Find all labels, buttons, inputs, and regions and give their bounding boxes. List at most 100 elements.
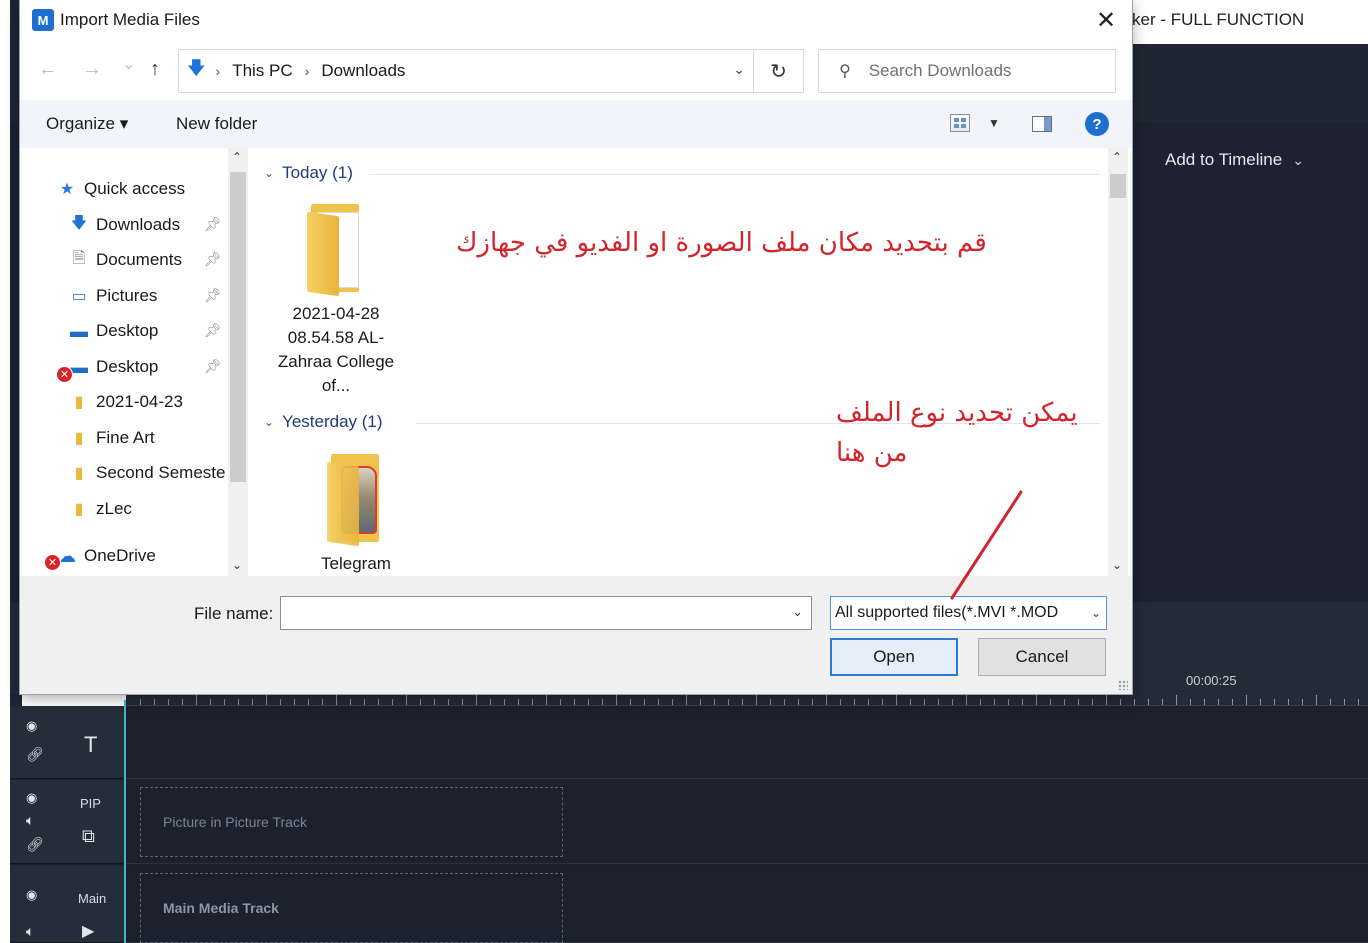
- view-options-dropdown-icon[interactable]: ▼: [988, 116, 1000, 130]
- ruler-tick: [378, 699, 379, 705]
- playhead[interactable]: [124, 700, 126, 943]
- link-icon[interactable]: 🔗︎: [26, 836, 44, 853]
- error-badge-icon: ✕: [44, 554, 61, 571]
- ruler-tick: [154, 699, 155, 705]
- app-logo-icon: M: [32, 9, 54, 31]
- main-track-header: ◉ 🔈︎ Main ▶: [10, 865, 125, 943]
- cancel-button[interactable]: Cancel: [978, 638, 1106, 676]
- group-header-today[interactable]: ⌄ Today (1): [264, 161, 353, 185]
- sidebar-item-quick-access[interactable]: ★ Quick access: [56, 174, 185, 204]
- ruler-tick: [826, 695, 827, 705]
- chevron-down-icon[interactable]: ⌄: [232, 558, 242, 572]
- sidebar-item-zlec[interactable]: ▮ zLec: [68, 494, 132, 524]
- pip-track-dropzone[interactable]: Picture in Picture Track: [140, 787, 563, 857]
- video-icon: ▶: [82, 923, 95, 940]
- folder-icon: ▮: [74, 394, 84, 411]
- pin-icon[interactable]: 📌︎: [204, 216, 222, 233]
- ruler-tick: [1064, 699, 1065, 705]
- resize-grip[interactable]: [1118, 680, 1128, 690]
- text-track-header: ◉ 🔗︎ T: [10, 706, 125, 779]
- address-bar[interactable]: 🡇 › This PC › Downloads ⌄: [178, 49, 754, 93]
- ruler-tick: [910, 699, 911, 705]
- up-arrow-icon[interactable]: ↑: [150, 58, 160, 81]
- file-list-scrollbar[interactable]: ⌃ ⌄: [1108, 148, 1128, 576]
- refresh-button[interactable]: ↻: [754, 49, 804, 93]
- recent-locations-icon[interactable]: ⌄: [122, 54, 135, 74]
- preview-pane-icon[interactable]: [1032, 116, 1052, 132]
- dialog-title: Import Media Files: [60, 10, 200, 29]
- speaker-icon[interactable]: 🔈︎: [26, 812, 34, 829]
- chevron-down-icon[interactable]: ⌄: [1112, 558, 1122, 572]
- ruler-tick: [1344, 699, 1345, 705]
- add-to-timeline-button[interactable]: Add to Timeline ⌄: [1165, 150, 1304, 170]
- change-view-icon[interactable]: [950, 114, 970, 132]
- search-input[interactable]: ⚲ Search Downloads: [818, 49, 1116, 93]
- eye-icon[interactable]: ◉: [26, 887, 37, 903]
- ruler-tick: [518, 699, 519, 705]
- ruler-tick: [602, 699, 603, 705]
- sidebar-item-desktop[interactable]: ▬ Desktop 📌︎: [68, 316, 228, 346]
- ruler-tick: [252, 699, 253, 705]
- eye-icon[interactable]: ◉: [26, 790, 37, 806]
- speaker-icon[interactable]: 🔈︎: [26, 923, 34, 940]
- ruler-tick: [728, 699, 729, 705]
- group-header-yesterday[interactable]: ⌄ Yesterday (1): [264, 410, 383, 434]
- pin-icon[interactable]: 📌︎: [204, 251, 222, 268]
- ruler-tick: [1190, 699, 1191, 705]
- annotation-filetype-note-line2: من هنا: [836, 438, 908, 468]
- ruler-tick: [966, 695, 967, 705]
- sidebar-item-pictures[interactable]: ▭ Pictures 📌︎: [68, 281, 228, 311]
- eye-icon[interactable]: ◉: [26, 718, 37, 734]
- scrollbar-thumb[interactable]: [1110, 174, 1126, 198]
- close-button[interactable]: ✕: [1088, 4, 1124, 36]
- sidebar-item-desktop-unavailable[interactable]: ▬ Desktop 📌︎: [68, 352, 228, 382]
- chevron-up-icon[interactable]: ⌃: [232, 150, 242, 164]
- dialog-titlebar[interactable]: M Import Media Files ✕: [20, 0, 1132, 40]
- file-item[interactable]: 2021-04-28 08.54.58 AL-Zahraa College of…: [276, 204, 396, 398]
- text-track[interactable]: [126, 706, 1368, 779]
- ruler-tick: [1148, 699, 1149, 705]
- sidebar-item-fine-art[interactable]: ▮ Fine Art: [68, 423, 155, 453]
- back-arrow-icon[interactable]: ←: [38, 58, 58, 81]
- breadcrumb-separator-icon: ›: [304, 63, 310, 79]
- open-button[interactable]: Open: [830, 638, 958, 676]
- filetype-select[interactable]: All supported files(*.MVI *.MOD ⌄: [830, 596, 1107, 630]
- sidebar-item-downloads[interactable]: 🡇 Downloads 📌︎: [68, 210, 228, 240]
- ruler-tick: [1008, 699, 1009, 705]
- ruler-tick: [770, 699, 771, 705]
- ruler-tick: [504, 699, 505, 705]
- pin-icon[interactable]: 📌︎: [204, 358, 222, 375]
- pin-icon[interactable]: 📌︎: [204, 322, 222, 339]
- organize-button[interactable]: Organize ▾: [46, 114, 128, 134]
- new-folder-button[interactable]: New folder: [176, 114, 257, 134]
- breadcrumb-downloads[interactable]: Downloads: [321, 61, 405, 81]
- ruler-tick: [798, 699, 799, 705]
- sidebar-item-2021-04-23[interactable]: ▮ 2021-04-23: [68, 387, 183, 417]
- ruler-tick: [1330, 699, 1331, 705]
- ruler-tick: [854, 699, 855, 705]
- filename-input[interactable]: [280, 596, 812, 630]
- sidebar-item-second-semester[interactable]: ▮ Second Semeste: [68, 458, 228, 488]
- main-track-dropzone[interactable]: Main Media Track: [140, 873, 563, 943]
- breadcrumb-this-pc[interactable]: This PC: [232, 61, 292, 81]
- file-item[interactable]: Telegram: [296, 454, 416, 576]
- downloads-icon: 🡇: [70, 214, 88, 232]
- annotation-filetype-note-line1: يمكن تحديد نوع الملف: [836, 398, 1078, 428]
- navigation-scrollbar[interactable]: ⌃ ⌄: [228, 148, 248, 576]
- chevron-up-icon[interactable]: ⌃: [1112, 150, 1122, 164]
- forward-arrow-icon[interactable]: →: [82, 58, 102, 81]
- pin-icon[interactable]: 📌︎: [204, 287, 222, 304]
- ruler-tick: [1134, 699, 1135, 705]
- ruler-tick: [924, 699, 925, 705]
- scrollbar-thumb[interactable]: [230, 172, 246, 482]
- refresh-icon: ↻: [770, 60, 787, 83]
- sidebar-item-onedrive[interactable]: ☁ OneDrive: [56, 541, 156, 571]
- import-media-dialog: M Import Media Files ✕ ← → ⌄ ↑ 🡇 › This …: [20, 0, 1132, 694]
- pip-icon: ⧉: [82, 826, 95, 846]
- chevron-down-icon[interactable]: ⌄: [733, 61, 745, 78]
- sidebar-item-label: zLec: [96, 499, 132, 518]
- link-icon[interactable]: 🔗︎: [26, 746, 44, 763]
- ruler-tick: [644, 699, 645, 705]
- help-icon[interactable]: ?: [1085, 112, 1109, 136]
- sidebar-item-documents[interactable]: 🗎 Documents 📌︎: [68, 245, 228, 275]
